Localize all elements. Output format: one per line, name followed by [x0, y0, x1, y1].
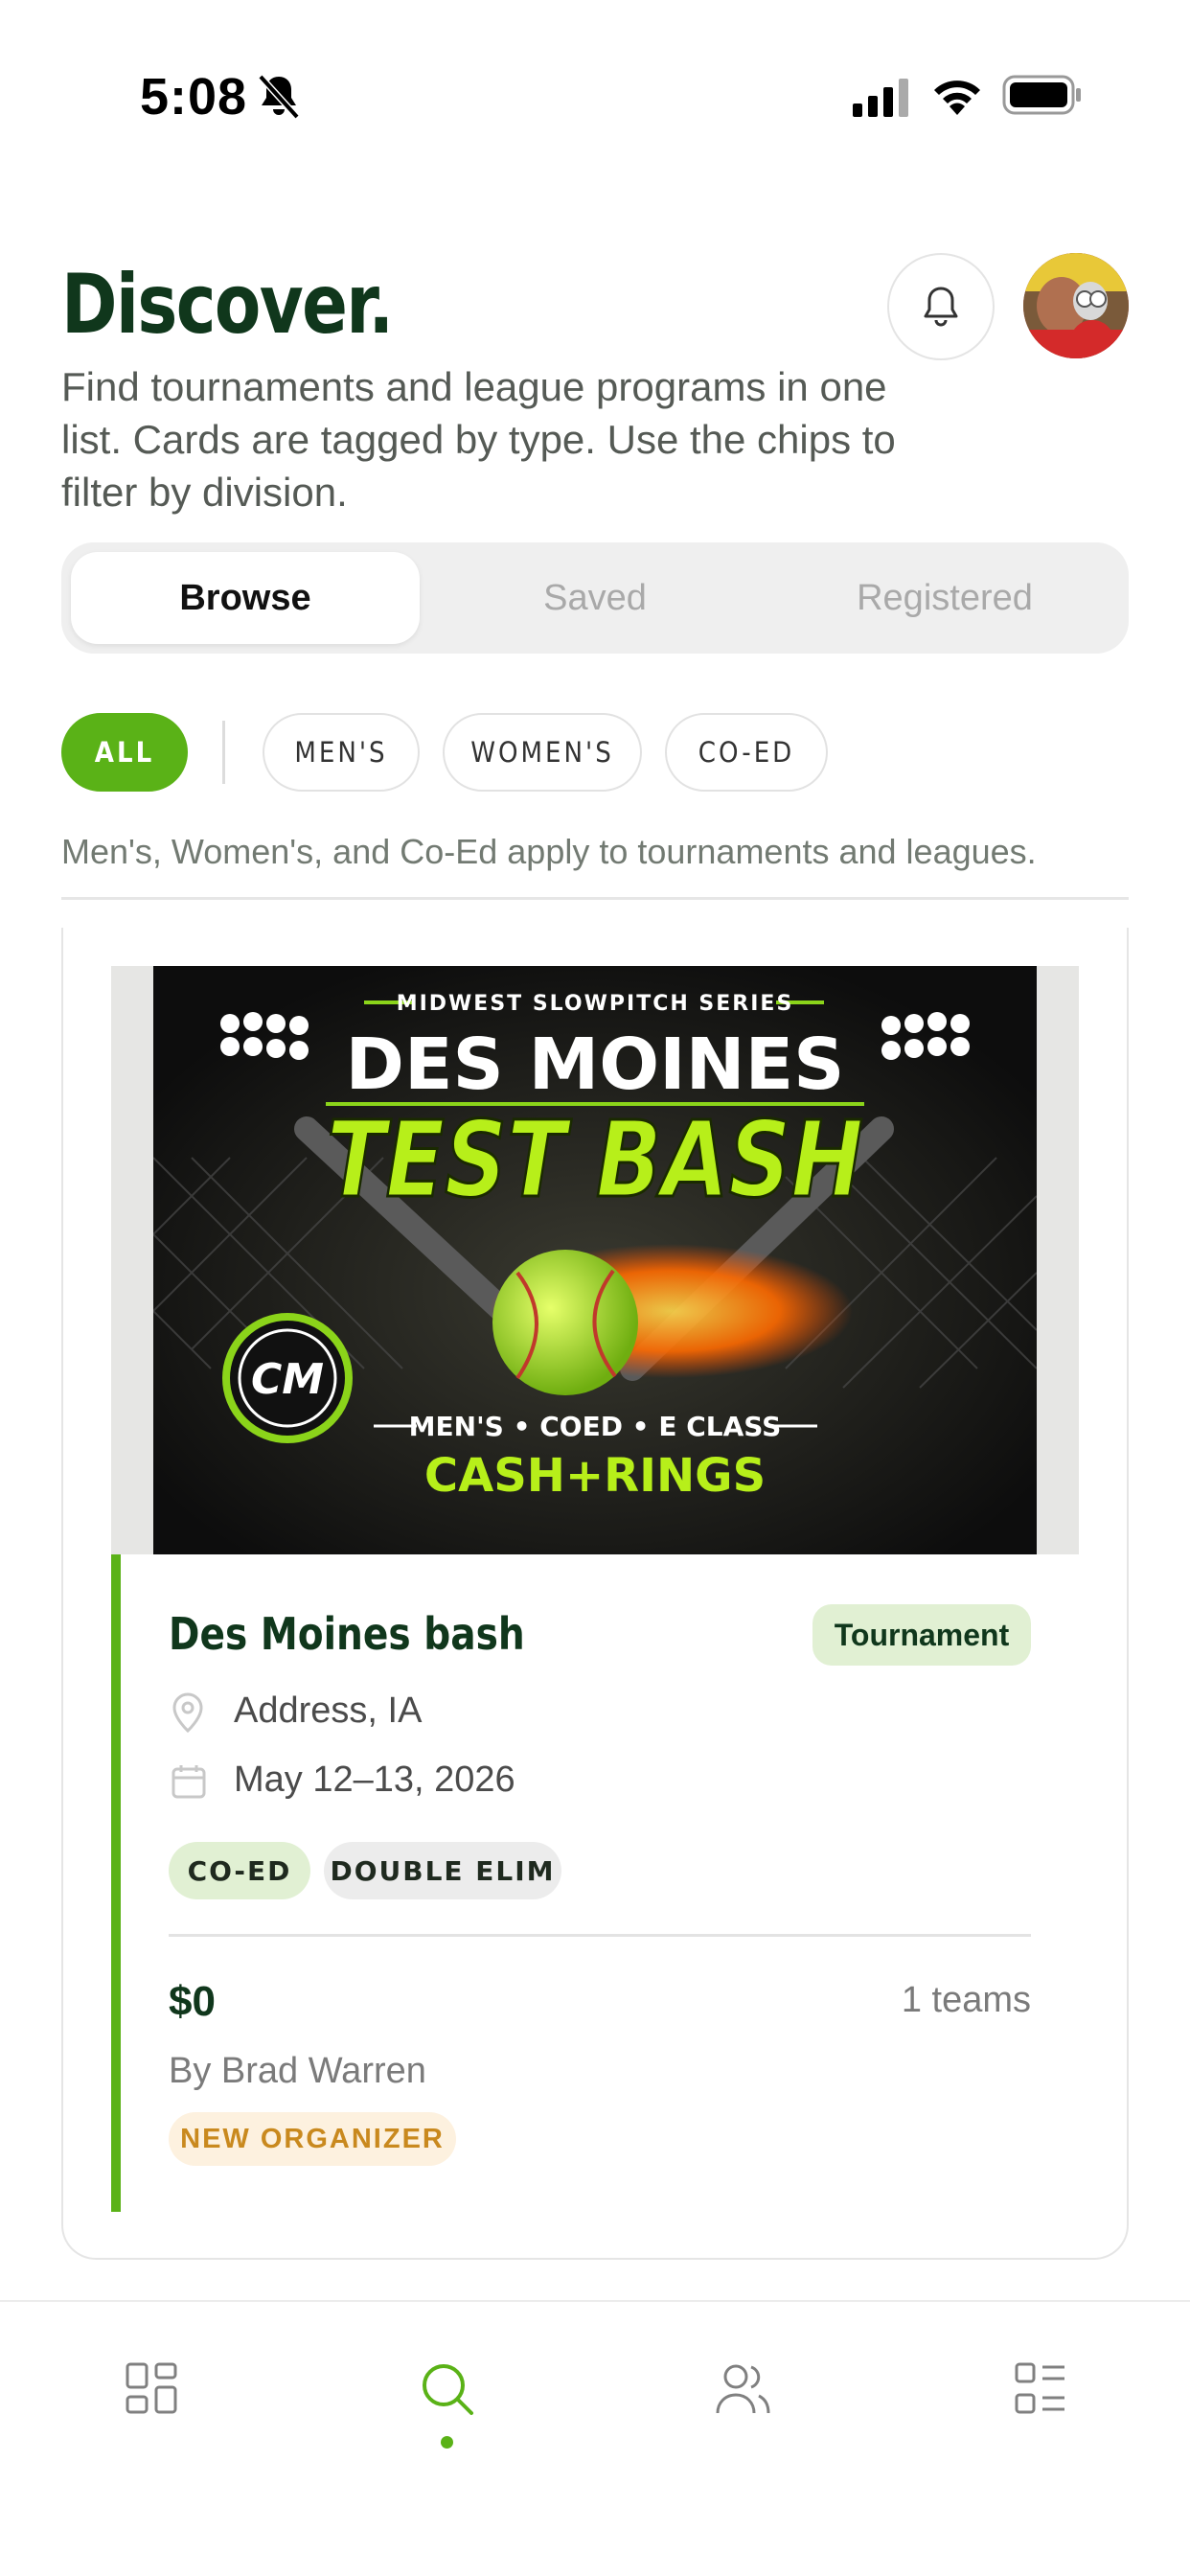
- avatar-photo: [1023, 253, 1129, 358]
- event-location: Address, IA: [234, 1690, 423, 1731]
- segment-registered[interactable]: Registered: [770, 552, 1119, 644]
- card-accent-bar: [111, 1554, 121, 2212]
- search-icon[interactable]: [420, 2361, 475, 2417]
- new-organizer-badge: NEW ORGANIZER: [169, 2112, 456, 2166]
- chip-divider: [222, 721, 225, 784]
- list-icon[interactable]: [1014, 2361, 1067, 2415]
- notifications-button[interactable]: [887, 253, 995, 360]
- event-team-count: 1 teams: [901, 1980, 1031, 2020]
- bell-muted-icon: [258, 74, 300, 120]
- location-pin-icon: [172, 1692, 203, 1733]
- poster-divisions: MEN'S • COED • E CLASS: [409, 1411, 782, 1442]
- poster-line2: TEST BASH: [327, 1098, 863, 1221]
- segment-saved[interactable]: Saved: [421, 552, 769, 644]
- poster-logo: CM: [251, 1355, 324, 1404]
- event-poster-image[interactable]: CM MIDWEST SLOWPITCH SERIES DES MOINES T…: [153, 966, 1037, 1554]
- poster-prizes: CASH+RINGS: [424, 1449, 766, 1503]
- segment-browse[interactable]: Browse: [71, 552, 420, 644]
- poster-series: MIDWEST SLOWPITCH SERIES: [397, 992, 794, 1016]
- chip-coed[interactable]: CO-ED: [665, 713, 828, 792]
- divider: [61, 897, 1129, 900]
- avatar[interactable]: [1023, 253, 1129, 358]
- tab-bar-divider: [0, 2300, 1190, 2302]
- cellular-signal-icon: [853, 79, 908, 117]
- status-time: 5:08: [140, 68, 248, 126]
- view-segmented-control: Browse Saved Registered: [61, 542, 1129, 654]
- chip-all[interactable]: ALL: [61, 713, 188, 792]
- wifi-icon: [934, 80, 980, 115]
- event-title[interactable]: Des Moines bash: [169, 1608, 525, 1660]
- filter-hint: Men's, Women's, and Co-Ed apply to tourn…: [61, 832, 1037, 871]
- bell-icon: [924, 287, 958, 327]
- card-divider: [169, 1934, 1031, 1937]
- event-dates: May 12–13, 2026: [234, 1760, 515, 1800]
- tag-double-elim: DOUBLE ELIM: [324, 1842, 561, 1899]
- poster-line1: DES MOINES: [346, 1024, 845, 1106]
- page-subtitle: Find tournaments and league programs in …: [61, 364, 896, 515]
- event-price: $0: [169, 1978, 216, 2025]
- page-title: Discover.: [61, 257, 394, 353]
- event-type-badge: Tournament: [812, 1604, 1031, 1666]
- chip-womens[interactable]: WOMEN'S: [443, 713, 642, 792]
- event-organizer: By Brad Warren: [169, 2051, 426, 2091]
- tag-coed: CO-ED: [169, 1842, 310, 1899]
- battery-icon: [1002, 75, 1081, 115]
- active-tab-indicator: [441, 2436, 453, 2449]
- grid-icon[interactable]: [125, 2361, 178, 2415]
- calendar-icon: [172, 1765, 206, 1799]
- poster-art: CM MIDWEST SLOWPITCH SERIES DES MOINES T…: [153, 966, 1037, 1554]
- chip-mens[interactable]: MEN'S: [263, 713, 420, 792]
- people-icon[interactable]: [715, 2361, 772, 2417]
